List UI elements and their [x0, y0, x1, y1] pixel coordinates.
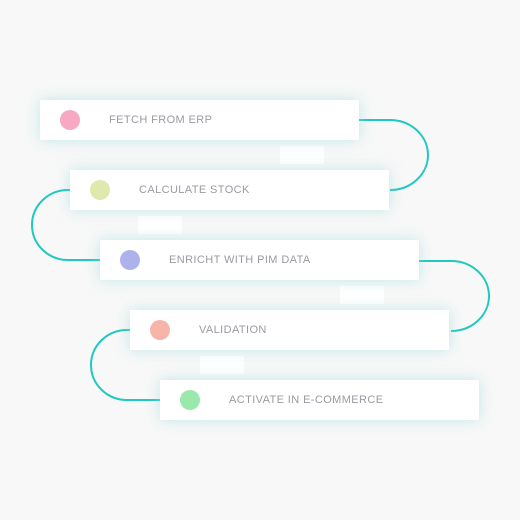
step-dot-icon — [60, 110, 80, 130]
step-dot-icon — [120, 250, 140, 270]
step-label: FETCH FROM ERP — [109, 114, 213, 126]
gap-highlight — [340, 286, 384, 304]
step-card-activate-in-e-commerce: ACTIVATE IN E-COMMERCE — [160, 380, 479, 420]
gap-highlight — [280, 146, 324, 164]
step-card-enricht-with-pim-data: ENRICHT WITH PIM DATA — [100, 240, 419, 280]
step-label: ACTIVATE IN E-COMMERCE — [229, 394, 384, 406]
gap-highlight — [138, 216, 182, 234]
step-dot-icon — [180, 390, 200, 410]
step-label: CALCULATE STOCK — [139, 184, 250, 196]
step-card-fetch-from-erp: FETCH FROM ERP — [40, 100, 359, 140]
step-label: ENRICHT WITH PIM DATA — [169, 254, 311, 266]
gap-highlight — [200, 356, 244, 374]
step-card-calculate-stock: CALCULATE STOCK — [70, 170, 389, 210]
step-card-validation: VALIDATION — [130, 310, 449, 350]
step-dot-icon — [90, 180, 110, 200]
step-dot-icon — [150, 320, 170, 340]
step-label: VALIDATION — [199, 324, 267, 336]
